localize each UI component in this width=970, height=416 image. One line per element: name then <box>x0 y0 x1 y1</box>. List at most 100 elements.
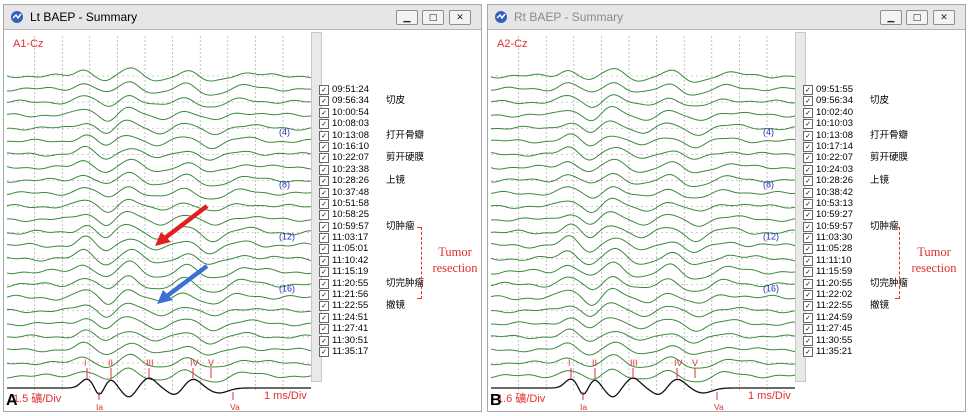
tumor-resection-label: Tumor resection <box>425 244 485 276</box>
trial-checkbox[interactable]: ✓ <box>803 141 813 152</box>
trial-checkbox[interactable]: ✓ <box>319 255 329 266</box>
minimize-icon[interactable]: ▁ <box>880 10 902 25</box>
trial-checkbox[interactable]: ✓ <box>803 107 813 118</box>
trial-timestamp: 10:53:13 <box>816 197 853 209</box>
trial-checkbox[interactable]: ✓ <box>319 96 329 107</box>
trial-checkbox[interactable]: ✓ <box>803 153 813 164</box>
trial-checkbox[interactable]: ✓ <box>803 278 813 289</box>
trial-checkbox[interactable]: ✓ <box>803 210 813 221</box>
minimize-icon[interactable]: ▁ <box>396 10 418 25</box>
trial-checkbox[interactable]: ✓ <box>319 312 329 323</box>
trial-trace <box>7 316 311 332</box>
window-title: Rt BAEP - Summary <box>514 10 624 24</box>
maximize-icon[interactable]: □ <box>906 10 928 25</box>
trial-timestamp: 11:22:02 <box>816 289 853 301</box>
trial-checkbox[interactable]: ✓ <box>319 221 329 232</box>
trial-checkbox[interactable]: ✓ <box>319 301 329 312</box>
trial-checkbox[interactable]: ✓ <box>319 290 329 301</box>
trial-checkbox[interactable]: ✓ <box>803 255 813 266</box>
trial-checkbox[interactable]: ✓ <box>803 290 813 301</box>
trial-checkbox[interactable]: ✓ <box>803 198 813 209</box>
gain-label: 1.5 礦/Div <box>13 393 62 405</box>
trial-checkbox[interactable]: ✓ <box>803 130 813 141</box>
trial-checkbox[interactable]: ✓ <box>319 267 329 278</box>
trace-index-label: (8) <box>279 179 290 189</box>
trial-checkbox[interactable]: ✓ <box>319 119 329 130</box>
tumor-resection-bracket <box>895 227 900 299</box>
trial-event-note: 切肿瘤 <box>386 220 415 232</box>
peak-label: I <box>84 358 87 368</box>
trial-checkbox[interactable]: ✓ <box>319 85 329 95</box>
maximize-icon[interactable]: □ <box>422 10 444 25</box>
trial-checkbox[interactable]: ✓ <box>319 324 329 335</box>
blue-arrow-shaft <box>165 264 209 298</box>
trial-checkbox[interactable]: ✓ <box>319 176 329 187</box>
subpeak-label: Va <box>230 402 240 412</box>
trace-index-label: (12) <box>763 232 779 242</box>
trial-checkbox[interactable]: ✓ <box>803 267 813 278</box>
trial-checkbox[interactable]: ✓ <box>803 85 813 95</box>
trial-checkbox[interactable]: ✓ <box>319 278 329 289</box>
trial-checkbox[interactable]: ✓ <box>803 176 813 187</box>
trial-checkbox[interactable]: ✓ <box>319 335 329 346</box>
title-bar[interactable]: Rt BAEP - Summary ▁ □ ✕ <box>488 5 965 30</box>
trial-trace <box>7 210 311 226</box>
trial-checkbox[interactable]: ✓ <box>803 187 813 198</box>
trial-timestamp: 09:56:34 <box>816 95 853 107</box>
trial-checkbox[interactable]: ✓ <box>319 244 329 255</box>
trial-timestamp: 11:22:55 <box>332 300 369 312</box>
trial-checkbox[interactable]: ✓ <box>803 233 813 244</box>
trial-trace <box>491 354 795 369</box>
trial-checkbox[interactable]: ✓ <box>319 141 329 152</box>
trial-trace <box>491 235 795 253</box>
close-icon[interactable]: ✕ <box>933 10 955 25</box>
channel-label: A1-Cz <box>13 38 44 50</box>
trial-timestamp: 10:51:58 <box>332 197 369 209</box>
trial-checkbox[interactable]: ✓ <box>803 119 813 130</box>
subpeak-label: Va <box>714 402 724 412</box>
trial-checkbox[interactable]: ✓ <box>319 130 329 141</box>
trial-checkbox[interactable]: ✓ <box>319 153 329 164</box>
trial-checkbox[interactable]: ✓ <box>803 301 813 312</box>
trial-timestamp: 10:23:38 <box>332 163 369 175</box>
trial-timestamp: 11:11:10 <box>816 254 852 266</box>
trial-checkbox[interactable]: ✓ <box>803 346 813 357</box>
trial-checkbox[interactable]: ✓ <box>803 164 813 175</box>
trial-checkbox[interactable]: ✓ <box>803 244 813 255</box>
trial-checkbox[interactable]: ✓ <box>803 324 813 335</box>
trial-trace <box>491 106 795 122</box>
trial-timestamp: 11:24:51 <box>332 311 369 323</box>
trial-checkbox[interactable]: ✓ <box>803 335 813 346</box>
trial-trace <box>7 171 311 187</box>
trial-trace <box>491 211 795 227</box>
trial-checkbox[interactable]: ✓ <box>803 96 813 107</box>
trial-checkbox[interactable]: ✓ <box>319 210 329 221</box>
trace-index-label: (4) <box>279 127 290 137</box>
peak-label: III <box>146 358 154 368</box>
trial-trace <box>7 275 311 293</box>
trial-timestamp: 10:59:57 <box>332 220 369 232</box>
trial-checkbox[interactable]: ✓ <box>319 346 329 357</box>
trial-checkbox[interactable]: ✓ <box>803 221 813 232</box>
trial-checkbox[interactable]: ✓ <box>319 187 329 198</box>
subpeak-label: Ia <box>580 402 587 412</box>
trial-checkbox[interactable]: ✓ <box>319 233 329 244</box>
trace-index-label: (4) <box>763 127 774 137</box>
trace-index-label: (8) <box>763 179 774 189</box>
trial-trace <box>491 197 795 214</box>
tumor-label-line1: Tumor <box>438 245 472 259</box>
gain-label: 1.6 礦/Div <box>497 393 546 405</box>
peak-label: II <box>108 358 113 368</box>
trial-timestamp: 11:05:01 <box>332 243 369 255</box>
trial-checkbox[interactable]: ✓ <box>319 198 329 209</box>
trial-checkbox[interactable]: ✓ <box>803 312 813 323</box>
trial-trace <box>7 106 311 122</box>
trial-checkbox[interactable]: ✓ <box>319 107 329 118</box>
trial-checkbox[interactable]: ✓ <box>319 164 329 175</box>
title-bar[interactable]: Lt BAEP - Summary ▁ □ ✕ <box>4 5 481 30</box>
trial-timestamp: 11:35:21 <box>816 345 853 357</box>
close-icon[interactable]: ✕ <box>449 10 471 25</box>
trial-timestamp: 10:38:42 <box>816 186 853 198</box>
trial-timestamp: 10:13:08 <box>332 129 369 141</box>
trial-event-note: 打开骨瓣 <box>386 129 425 141</box>
